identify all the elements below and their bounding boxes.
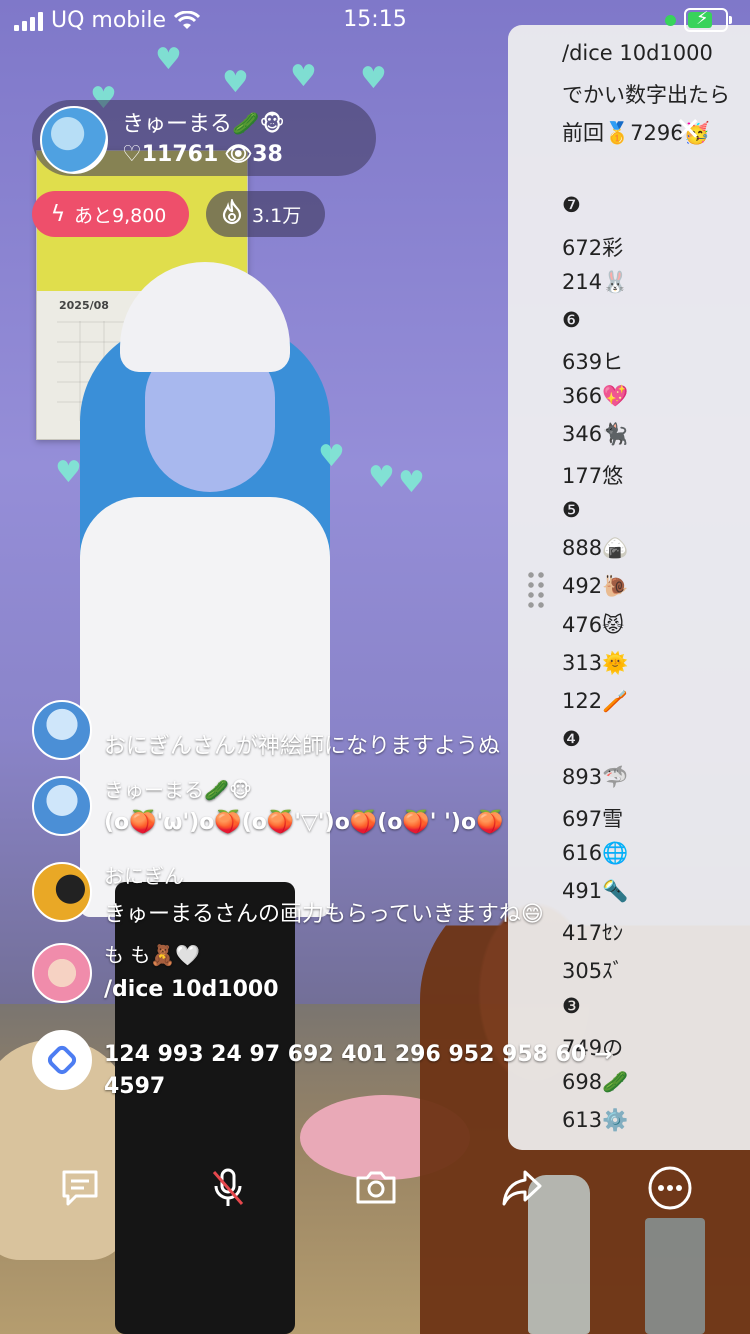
- comment-icon: [62, 1170, 98, 1206]
- heart-icon: ♥: [55, 455, 82, 490]
- panel-line: 122🪥: [562, 688, 629, 713]
- flame-icon: [212, 196, 252, 230]
- heart-icon: ♥: [222, 65, 249, 100]
- charging-bolt-icon: ⚡: [696, 8, 709, 29]
- heart-icon: ♥: [290, 59, 317, 94]
- avatar-cap: [120, 262, 290, 372]
- heart-icon: ♥: [318, 439, 345, 474]
- panel-line: 417ｾﾝ: [562, 921, 624, 946]
- panel-line: 616🌐: [562, 841, 629, 866]
- gift-goal-pill[interactable]: ϟ あと9,800: [32, 191, 189, 237]
- panel-line: 492🐌: [562, 574, 629, 599]
- panel-line: 697雪: [562, 807, 624, 831]
- panel-line: 214🐰: [562, 269, 629, 294]
- mic-toggle-button[interactable]: [198, 1158, 258, 1218]
- gift-goal-label: あと9,800: [74, 204, 167, 227]
- host-profile-card[interactable]: きゅーまる🥒🐵 ♡11761 👁38: [32, 100, 376, 176]
- heart-icon: ♥: [155, 42, 182, 77]
- panel-line: /dice 10d1000: [562, 41, 713, 65]
- panel-line: 613⚙️: [562, 1107, 629, 1132]
- avatar[interactable]: [32, 776, 92, 836]
- chat-message: 124 993 24 97 692 401 296 952 958 60 →: [104, 1042, 613, 1067]
- heart-icon: ♥: [360, 61, 387, 96]
- share-icon: [502, 1170, 542, 1206]
- panel-line: 672彩: [562, 235, 624, 260]
- more-icon: [648, 1166, 692, 1210]
- pinned-comment-panel[interactable]: /dice 10d1000 でかい数字出たら 前回🥇7296🥳 ❼ 672彩 214🐰 ❻ 6…: [508, 25, 750, 1150]
- panel-line: 346🐈‍⬛: [562, 422, 629, 446]
- heart-icon: ♥: [398, 465, 425, 500]
- points-label: 3.1万: [252, 204, 302, 227]
- panel-line: 305ｽﾞ: [562, 959, 624, 984]
- heart-icon: ♥: [368, 460, 395, 495]
- panel-line: ❹: [562, 726, 581, 751]
- panel-line: 491🔦: [562, 879, 629, 904]
- clock: 15:15: [343, 7, 407, 32]
- panel-line: 639ヒ: [562, 349, 624, 374]
- battery-icon: ⚡: [684, 8, 732, 32]
- likes-count: ♡11761: [122, 142, 219, 167]
- drag-handle-icon[interactable]: [526, 570, 546, 608]
- status-right: ⚡: [665, 8, 732, 32]
- avatar[interactable]: [32, 700, 92, 760]
- reality-logo-icon: [47, 1045, 77, 1075]
- panel-line: 177悠: [562, 464, 624, 489]
- more-button[interactable]: [640, 1158, 700, 1218]
- chat-message-continued: 4597: [104, 1074, 166, 1099]
- glass: [645, 1218, 705, 1334]
- camera-icon: [356, 1171, 396, 1204]
- panel-line: 366💖: [562, 383, 629, 408]
- chat-message: おにぎんさんが神絵師になりますようぬ: [104, 734, 501, 759]
- panel-line: ❸: [562, 993, 581, 1018]
- panel-line: 313🌞: [562, 650, 629, 675]
- chat-message: /dice 10d1000: [104, 977, 279, 1002]
- panel-line: 476😾: [562, 612, 624, 637]
- avatar[interactable]: [32, 862, 92, 922]
- comment-button[interactable]: [50, 1158, 110, 1218]
- close-icon[interactable]: ✕: [670, 111, 706, 147]
- chat-message: (o🍑'ω')o🍑(o🍑'▽')o🍑(o🍑' ')o🍑: [104, 810, 504, 835]
- recording-indicator-icon: [665, 14, 676, 26]
- viewer-count: 👁38: [224, 142, 283, 167]
- system-avatar: [32, 1030, 92, 1090]
- share-button[interactable]: [492, 1158, 552, 1218]
- panel-line: 888🍙: [562, 536, 629, 561]
- mic-off-icon: [212, 1168, 244, 1206]
- avatar[interactable]: [32, 943, 92, 1003]
- panel-line: でかい数字出たら: [562, 83, 730, 108]
- panel-line: ❻: [562, 307, 581, 332]
- avatar[interactable]: [40, 106, 108, 174]
- panel-line: ❼: [562, 193, 581, 218]
- panel-line: 698🥒: [562, 1069, 629, 1094]
- host-stats: ♡11761 👁38: [122, 142, 283, 167]
- panel-line: ❺: [562, 498, 581, 523]
- lightning-icon: ϟ: [50, 201, 66, 227]
- panel-line: 893🦈: [562, 764, 629, 789]
- camera-button[interactable]: [346, 1158, 406, 1218]
- avatar-shirt: [80, 497, 330, 917]
- bottom-toolbar: [0, 1150, 750, 1226]
- host-name: きゅーまる🥒🐵: [122, 112, 285, 137]
- status-bar: UQ mobile 15:15 ⚡: [0, 0, 750, 40]
- chat-message: きゅーまるさんの画力もらっていきますね😄: [104, 902, 544, 927]
- chat-username: も も🧸🤍: [104, 943, 201, 967]
- chat-username: おにぎん: [104, 864, 184, 888]
- points-pill[interactable]: 3.1万: [206, 191, 325, 237]
- chat-username: きゅーまる🥒🐵: [104, 778, 253, 802]
